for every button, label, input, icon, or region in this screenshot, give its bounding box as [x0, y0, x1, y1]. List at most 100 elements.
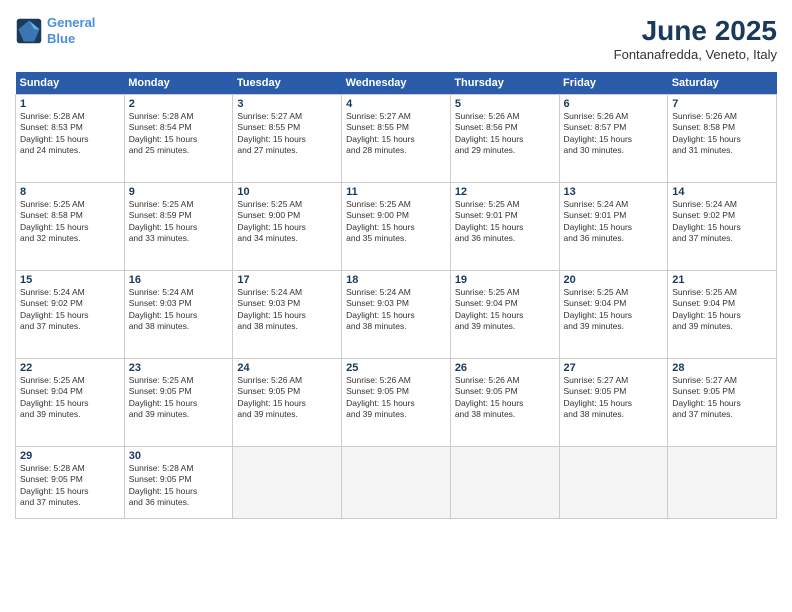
table-row: 1Sunrise: 5:28 AMSunset: 8:53 PMDaylight… [16, 95, 125, 183]
day-number: 15 [20, 274, 120, 286]
calendar-week-row: 1Sunrise: 5:28 AMSunset: 8:53 PMDaylight… [16, 95, 777, 183]
day-number: 8 [20, 186, 120, 198]
table-row: 8Sunrise: 5:25 AMSunset: 8:58 PMDaylight… [16, 183, 125, 271]
cell-content: Sunrise: 5:24 AMSunset: 9:03 PMDaylight:… [129, 287, 229, 333]
day-number: 16 [129, 274, 229, 286]
cell-content: Sunrise: 5:25 AMSunset: 9:04 PMDaylight:… [672, 287, 772, 333]
day-number: 2 [129, 98, 229, 110]
cell-content: Sunrise: 5:27 AMSunset: 8:55 PMDaylight:… [346, 111, 446, 157]
cell-content: Sunrise: 5:25 AMSunset: 9:04 PMDaylight:… [455, 287, 555, 333]
table-row: 5Sunrise: 5:26 AMSunset: 8:56 PMDaylight… [450, 95, 559, 183]
location: Fontanafredda, Veneto, Italy [614, 47, 777, 62]
day-number: 10 [237, 186, 337, 198]
day-number: 20 [564, 274, 664, 286]
day-number: 19 [455, 274, 555, 286]
table-row: 18Sunrise: 5:24 AMSunset: 9:03 PMDayligh… [342, 271, 451, 359]
cell-content: Sunrise: 5:28 AMSunset: 9:05 PMDaylight:… [20, 463, 120, 509]
cell-content: Sunrise: 5:24 AMSunset: 9:02 PMDaylight:… [20, 287, 120, 333]
table-row: 12Sunrise: 5:25 AMSunset: 9:01 PMDayligh… [450, 183, 559, 271]
cell-content: Sunrise: 5:26 AMSunset: 9:05 PMDaylight:… [455, 375, 555, 421]
day-number: 25 [346, 362, 446, 374]
table-row [450, 447, 559, 519]
day-number: 5 [455, 98, 555, 110]
table-row: 25Sunrise: 5:26 AMSunset: 9:05 PMDayligh… [342, 359, 451, 447]
table-row: 22Sunrise: 5:25 AMSunset: 9:04 PMDayligh… [16, 359, 125, 447]
table-row: 23Sunrise: 5:25 AMSunset: 9:05 PMDayligh… [124, 359, 233, 447]
day-number: 3 [237, 98, 337, 110]
cell-content: Sunrise: 5:26 AMSunset: 9:05 PMDaylight:… [237, 375, 337, 421]
calendar-week-row: 15Sunrise: 5:24 AMSunset: 9:02 PMDayligh… [16, 271, 777, 359]
cell-content: Sunrise: 5:27 AMSunset: 9:05 PMDaylight:… [564, 375, 664, 421]
logo: General Blue [15, 15, 95, 46]
table-row: 24Sunrise: 5:26 AMSunset: 9:05 PMDayligh… [233, 359, 342, 447]
day-number: 6 [564, 98, 664, 110]
table-row: 30Sunrise: 5:28 AMSunset: 9:05 PMDayligh… [124, 447, 233, 519]
header-thursday: Thursday [450, 72, 559, 95]
cell-content: Sunrise: 5:25 AMSunset: 8:59 PMDaylight:… [129, 199, 229, 245]
cell-content: Sunrise: 5:24 AMSunset: 9:03 PMDaylight:… [346, 287, 446, 333]
cell-content: Sunrise: 5:28 AMSunset: 9:05 PMDaylight:… [129, 463, 229, 509]
cell-content: Sunrise: 5:24 AMSunset: 9:01 PMDaylight:… [564, 199, 664, 245]
calendar-table: Sunday Monday Tuesday Wednesday Thursday… [15, 72, 777, 519]
table-row: 2Sunrise: 5:28 AMSunset: 8:54 PMDaylight… [124, 95, 233, 183]
day-number: 18 [346, 274, 446, 286]
day-number: 22 [20, 362, 120, 374]
table-row: 29Sunrise: 5:28 AMSunset: 9:05 PMDayligh… [16, 447, 125, 519]
cell-content: Sunrise: 5:25 AMSunset: 9:05 PMDaylight:… [129, 375, 229, 421]
table-row: 7Sunrise: 5:26 AMSunset: 8:58 PMDaylight… [668, 95, 777, 183]
table-row [559, 447, 668, 519]
cell-content: Sunrise: 5:25 AMSunset: 9:01 PMDaylight:… [455, 199, 555, 245]
table-row: 20Sunrise: 5:25 AMSunset: 9:04 PMDayligh… [559, 271, 668, 359]
day-number: 30 [129, 450, 229, 462]
table-row: 6Sunrise: 5:26 AMSunset: 8:57 PMDaylight… [559, 95, 668, 183]
table-row: 3Sunrise: 5:27 AMSunset: 8:55 PMDaylight… [233, 95, 342, 183]
table-row: 19Sunrise: 5:25 AMSunset: 9:04 PMDayligh… [450, 271, 559, 359]
title-area: June 2025 Fontanafredda, Veneto, Italy [614, 15, 777, 62]
cell-content: Sunrise: 5:25 AMSunset: 8:58 PMDaylight:… [20, 199, 120, 245]
day-number: 23 [129, 362, 229, 374]
cell-content: Sunrise: 5:25 AMSunset: 9:00 PMDaylight:… [237, 199, 337, 245]
day-number: 27 [564, 362, 664, 374]
table-row: 15Sunrise: 5:24 AMSunset: 9:02 PMDayligh… [16, 271, 125, 359]
day-number: 14 [672, 186, 772, 198]
cell-content: Sunrise: 5:26 AMSunset: 8:57 PMDaylight:… [564, 111, 664, 157]
cell-content: Sunrise: 5:25 AMSunset: 9:04 PMDaylight:… [564, 287, 664, 333]
header-row: Sunday Monday Tuesday Wednesday Thursday… [16, 72, 777, 95]
cell-content: Sunrise: 5:28 AMSunset: 8:53 PMDaylight:… [20, 111, 120, 157]
table-row: 26Sunrise: 5:26 AMSunset: 9:05 PMDayligh… [450, 359, 559, 447]
day-number: 21 [672, 274, 772, 286]
day-number: 28 [672, 362, 772, 374]
day-number: 13 [564, 186, 664, 198]
calendar-week-row: 29Sunrise: 5:28 AMSunset: 9:05 PMDayligh… [16, 447, 777, 519]
header: General Blue June 2025 Fontanafredda, Ve… [15, 15, 777, 62]
table-row: 21Sunrise: 5:25 AMSunset: 9:04 PMDayligh… [668, 271, 777, 359]
day-number: 26 [455, 362, 555, 374]
day-number: 1 [20, 98, 120, 110]
cell-content: Sunrise: 5:27 AMSunset: 8:55 PMDaylight:… [237, 111, 337, 157]
table-row: 14Sunrise: 5:24 AMSunset: 9:02 PMDayligh… [668, 183, 777, 271]
table-row: 27Sunrise: 5:27 AMSunset: 9:05 PMDayligh… [559, 359, 668, 447]
header-sunday: Sunday [16, 72, 125, 95]
logo-text: General Blue [47, 15, 95, 46]
table-row: 11Sunrise: 5:25 AMSunset: 9:00 PMDayligh… [342, 183, 451, 271]
logo-icon [15, 17, 43, 45]
page: General Blue June 2025 Fontanafredda, Ve… [0, 0, 792, 612]
day-number: 29 [20, 450, 120, 462]
cell-content: Sunrise: 5:26 AMSunset: 8:58 PMDaylight:… [672, 111, 772, 157]
table-row: 16Sunrise: 5:24 AMSunset: 9:03 PMDayligh… [124, 271, 233, 359]
cell-content: Sunrise: 5:26 AMSunset: 8:56 PMDaylight:… [455, 111, 555, 157]
day-number: 11 [346, 186, 446, 198]
month-title: June 2025 [614, 15, 777, 47]
table-row: 10Sunrise: 5:25 AMSunset: 9:00 PMDayligh… [233, 183, 342, 271]
header-wednesday: Wednesday [342, 72, 451, 95]
cell-content: Sunrise: 5:25 AMSunset: 9:04 PMDaylight:… [20, 375, 120, 421]
table-row [342, 447, 451, 519]
header-saturday: Saturday [668, 72, 777, 95]
calendar-week-row: 22Sunrise: 5:25 AMSunset: 9:04 PMDayligh… [16, 359, 777, 447]
table-row: 17Sunrise: 5:24 AMSunset: 9:03 PMDayligh… [233, 271, 342, 359]
cell-content: Sunrise: 5:26 AMSunset: 9:05 PMDaylight:… [346, 375, 446, 421]
header-tuesday: Tuesday [233, 72, 342, 95]
header-friday: Friday [559, 72, 668, 95]
day-number: 12 [455, 186, 555, 198]
cell-content: Sunrise: 5:24 AMSunset: 9:03 PMDaylight:… [237, 287, 337, 333]
